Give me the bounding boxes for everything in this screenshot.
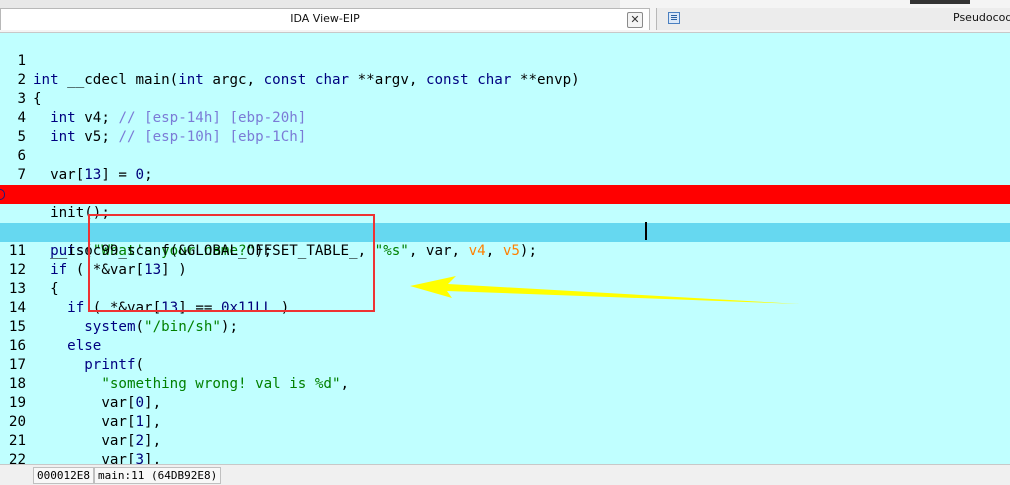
status-bar: 000012E8 main:11 (64DB92E8) (0, 464, 1010, 485)
status-address: 000012E8 (33, 467, 94, 484)
status-location: main:11 (64DB92E8) (94, 467, 222, 484)
annotation-arrow-icon (410, 276, 800, 304)
